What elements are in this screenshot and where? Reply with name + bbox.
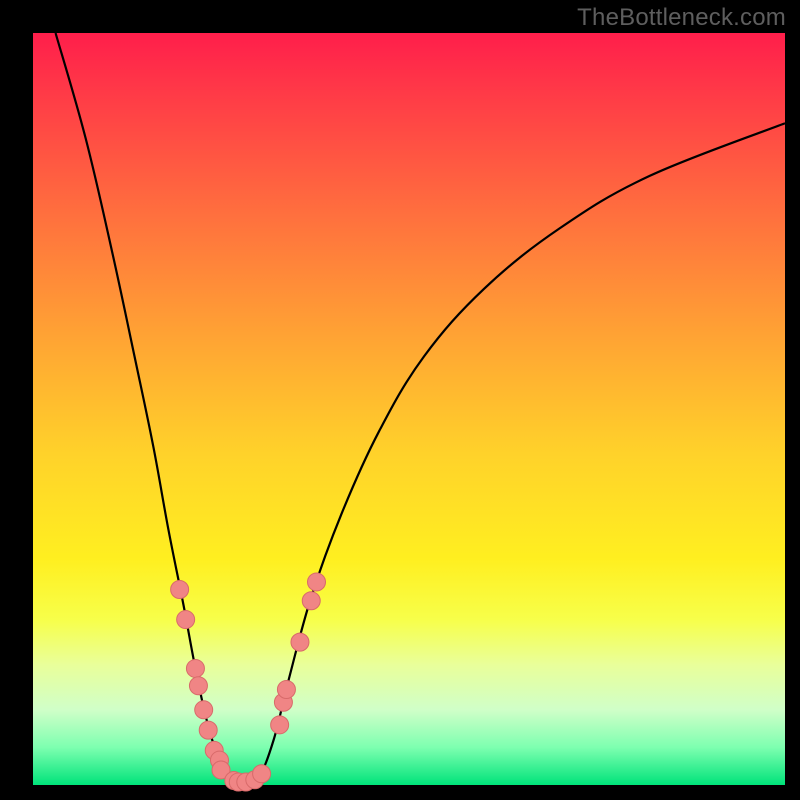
data-marker <box>195 701 213 719</box>
chart-frame: TheBottleneck.com <box>0 0 800 800</box>
data-marker <box>186 659 204 677</box>
data-marker <box>171 580 189 598</box>
left-branch-curve <box>56 33 244 785</box>
watermark-text: TheBottleneck.com <box>577 4 786 32</box>
data-marker <box>277 680 295 698</box>
data-marker <box>308 573 326 591</box>
curve-svg <box>33 33 785 785</box>
data-marker <box>291 633 309 651</box>
data-marker <box>271 716 289 734</box>
data-marker <box>199 721 217 739</box>
data-marker <box>253 765 271 783</box>
data-marker <box>302 592 320 610</box>
plot-area <box>33 33 785 785</box>
data-marker <box>189 677 207 695</box>
right-branch-curve <box>244 123 785 785</box>
marker-group <box>171 573 326 791</box>
data-marker <box>177 611 195 629</box>
